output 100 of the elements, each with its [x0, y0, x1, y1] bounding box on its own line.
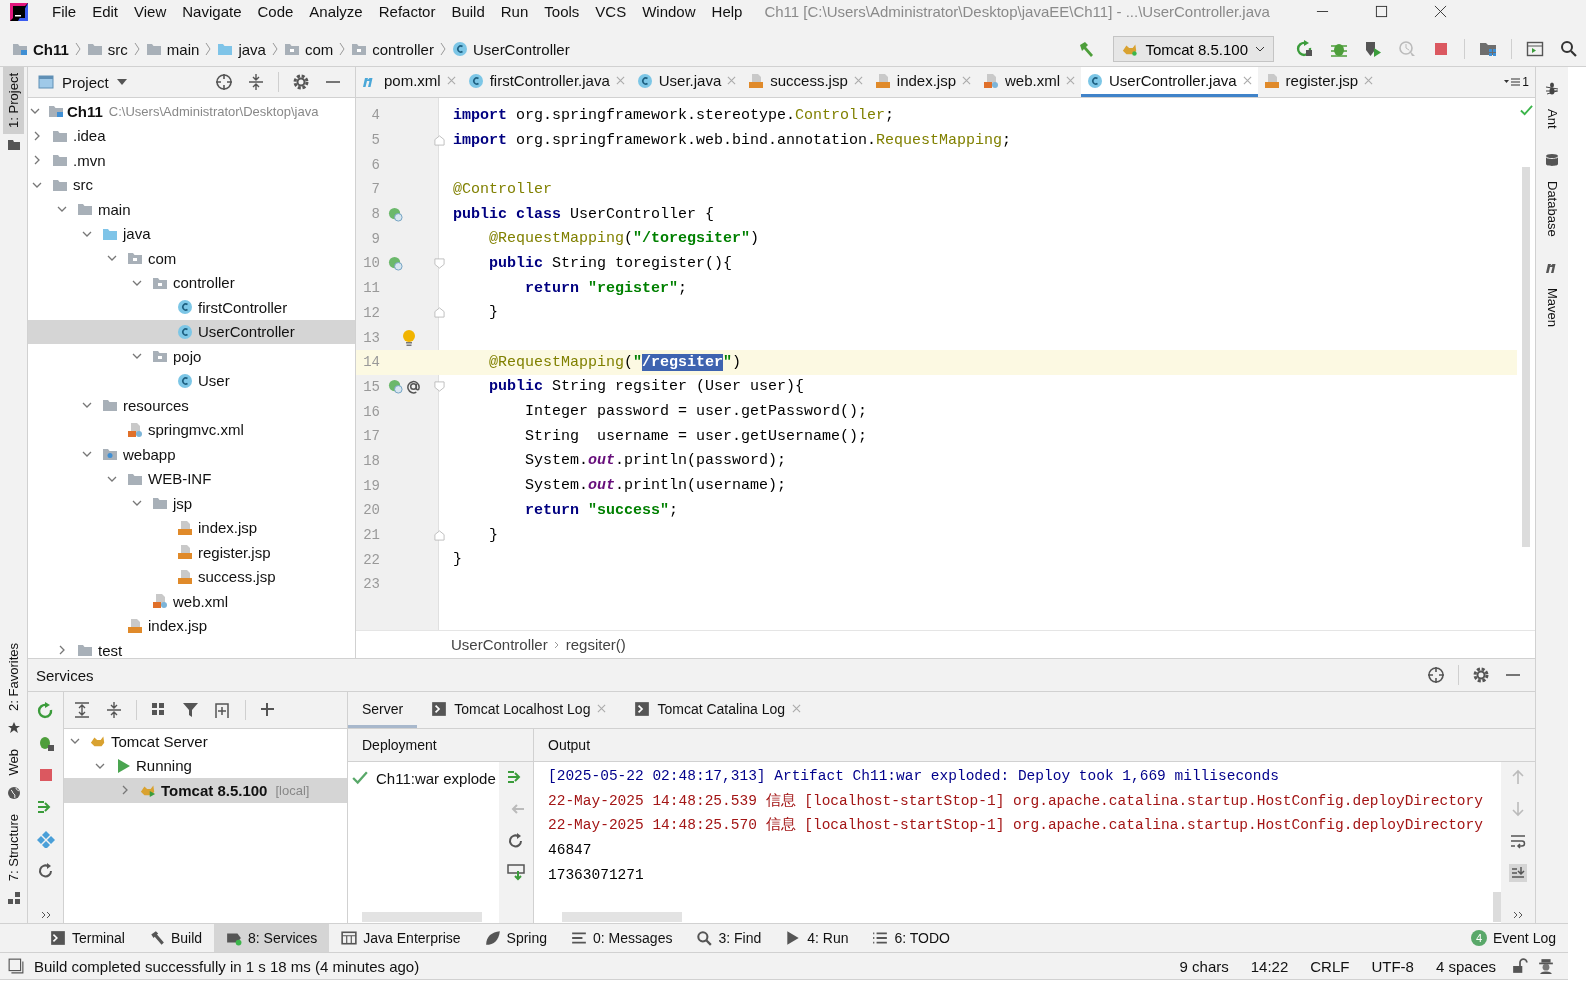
tree-item[interactable]: springmvc.xml — [28, 417, 355, 442]
tree-item[interactable]: test — [28, 638, 355, 658]
tool-window-tab[interactable]: Ant — [1541, 103, 1563, 135]
at-sign-icon[interactable] — [406, 379, 421, 395]
scroll-to-end-icon[interactable] — [1509, 864, 1527, 882]
editor-tab[interactable]: firstController.java — [461, 67, 631, 97]
tree-item[interactable]: Tomcat 8.5.100 [local] — [64, 778, 347, 803]
menu-item[interactable]: Window — [634, 3, 704, 20]
tree-item[interactable]: jsp — [28, 491, 355, 516]
menu-item[interactable]: Tools — [536, 3, 588, 20]
tool-window-tab[interactable]: 4: Run — [773, 924, 861, 952]
tool-window-tab[interactable]: 1: Project — [3, 67, 24, 134]
refresh-icon[interactable] — [36, 862, 55, 880]
refresh-icon[interactable] — [507, 832, 525, 850]
status-item[interactable]: UTF-8 — [1365, 957, 1420, 975]
editor-tab[interactable]: UserController.java — [1081, 67, 1258, 97]
tree-item[interactable]: controller — [28, 270, 355, 295]
project-structure-icon[interactable] — [1479, 40, 1497, 58]
status-item[interactable]: CRLF — [1304, 957, 1356, 975]
editor-tab[interactable]: User.java — [630, 67, 743, 97]
tool-window-tab[interactable]: Web — [3, 743, 24, 782]
fold-marker-icon[interactable] — [433, 307, 445, 319]
tab-overflow-button[interactable]: 1 — [1498, 67, 1535, 97]
menu-item[interactable]: View — [126, 3, 175, 20]
menu-item[interactable]: VCS — [587, 3, 635, 20]
tree-item[interactable]: index.jsp — [28, 613, 355, 638]
tree-item[interactable]: resources — [28, 393, 355, 418]
tree-item[interactable]: pojo — [28, 344, 355, 369]
tool-window-tab[interactable]: Spring — [472, 924, 560, 952]
fold-marker-icon[interactable] — [433, 529, 445, 541]
breadcrumb-item[interactable]: src — [86, 40, 128, 58]
filter-icon[interactable] — [182, 701, 200, 719]
breadcrumb-item[interactable]: java — [217, 40, 266, 58]
collapse-all-icon[interactable] — [105, 701, 123, 719]
tree-item[interactable]: .mvn — [28, 148, 355, 173]
menu-item[interactable]: Code — [249, 3, 302, 20]
menu-item[interactable]: Edit — [84, 3, 127, 20]
status-item[interactable]: 14:22 — [1244, 957, 1295, 975]
breadcrumb-item[interactable]: com — [283, 40, 334, 58]
inspector-icon[interactable] — [1538, 958, 1554, 974]
tree-item[interactable]: Tomcat Server — [64, 729, 347, 754]
tool-window-tab[interactable]: Build — [136, 924, 215, 952]
run-configuration-dropdown[interactable]: Tomcat 8.5.100 — [1113, 36, 1274, 62]
breadcrumb-item[interactable]: UserController — [451, 40, 570, 58]
tree-item[interactable]: Running — [64, 753, 347, 778]
menu-item[interactable]: Analyze — [301, 3, 371, 20]
search-icon[interactable] — [1560, 40, 1578, 58]
menu-item[interactable]: Navigate — [174, 3, 250, 20]
tree-item[interactable]: webapp — [28, 442, 355, 467]
tree-item[interactable]: com — [28, 246, 355, 271]
tool-window-tab[interactable]: Java Enterprise — [329, 924, 473, 952]
scrollbar-thumb[interactable] — [1493, 892, 1501, 922]
add-icon[interactable] — [259, 701, 277, 719]
tool-window-tab[interactable]: Database — [1541, 174, 1563, 243]
fold-marker-icon[interactable] — [433, 257, 445, 269]
lock-icon[interactable] — [1512, 958, 1528, 974]
tool-window-tab[interactable]: 0: Messages — [559, 924, 685, 952]
editor-tab[interactable]: pom.xml — [356, 67, 462, 97]
locate-icon[interactable] — [215, 73, 233, 91]
menu-item[interactable]: Build — [443, 3, 493, 20]
status-item[interactable]: 4 spaces — [1429, 957, 1502, 975]
download-icon[interactable] — [507, 864, 525, 882]
maximize-icon[interactable] — [1374, 5, 1388, 18]
more-icon[interactable] — [1512, 910, 1524, 920]
tree-item[interactable]: main — [28, 197, 355, 222]
menu-item[interactable]: Help — [703, 3, 751, 20]
tool-window-tab[interactable]: 8: Services — [214, 924, 330, 952]
tree-item[interactable]: register.jsp — [28, 540, 355, 565]
settings-icon[interactable] — [1472, 666, 1490, 684]
log-tab[interactable]: Tomcat Catalina Log — [620, 692, 816, 728]
settings-icon[interactable] — [292, 73, 310, 91]
close-icon[interactable] — [1433, 5, 1447, 18]
tool-window-tab[interactable]: 3: Find — [684, 924, 774, 952]
menu-item[interactable]: Run — [492, 3, 537, 20]
menu-item[interactable]: Refactor — [370, 3, 444, 20]
breadcrumb-item[interactable]: UserController — [451, 636, 548, 653]
tree-item[interactable]: src — [28, 172, 355, 197]
log-tab[interactable]: Tomcat Localhost Log — [417, 692, 621, 728]
fold-marker-icon[interactable] — [433, 381, 445, 393]
tree-item[interactable]: UserController — [28, 319, 355, 344]
tool-window-tab[interactable]: 7: Structure — [3, 807, 24, 887]
collapse-all-icon[interactable] — [247, 73, 265, 91]
stop-icon[interactable] — [1432, 40, 1450, 58]
tool-window-tab[interactable]: Terminal — [38, 924, 137, 952]
more-icon[interactable] — [39, 910, 52, 920]
coverage-icon[interactable] — [1364, 40, 1382, 58]
log-tab[interactable]: Server — [348, 692, 418, 728]
editor-tab[interactable]: index.jsp — [868, 67, 977, 97]
scrollbar-thumb[interactable] — [1522, 167, 1530, 547]
hammer-icon[interactable] — [1077, 40, 1096, 58]
tool-window-tab[interactable]: 6: TODO — [860, 924, 962, 952]
editor-tab[interactable]: register.jsp — [1257, 67, 1380, 97]
tree-item[interactable]: java — [28, 221, 355, 246]
diamond-icon[interactable] — [36, 830, 55, 848]
tree-item[interactable]: firstController — [28, 295, 355, 320]
status-item[interactable]: 9 chars — [1173, 957, 1235, 975]
tree-item[interactable]: Ch11 C:\Users\Administrator\Desktop\java — [28, 99, 355, 124]
breadcrumb-item[interactable]: controller — [351, 40, 434, 58]
rerun-icon[interactable] — [36, 702, 55, 720]
soft-wrap-icon[interactable] — [1509, 832, 1527, 850]
